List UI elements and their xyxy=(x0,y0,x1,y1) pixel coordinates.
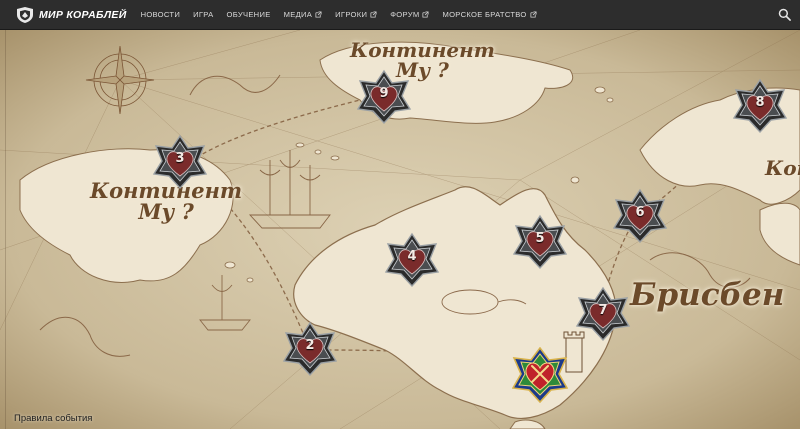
nav-brotherhood[interactable]: МОРСКОЕ БРАТСТВО xyxy=(442,10,537,19)
external-link-icon xyxy=(530,11,537,18)
nav-players[interactable]: ИГРОКИ xyxy=(335,10,377,19)
nav-learning-label: ОБУЧЕНИЕ xyxy=(226,10,271,19)
search-icon[interactable] xyxy=(778,8,791,21)
stage-marker-6[interactable]: 6 xyxy=(612,188,668,244)
stage-marker-number: 4 xyxy=(407,249,417,264)
nav-game[interactable]: ИГРА xyxy=(193,10,213,19)
stage-marker-number: 5 xyxy=(535,231,545,246)
nav-forum-label: ФОРУМ xyxy=(390,10,420,19)
label-city-brisbane: Брисбен xyxy=(630,277,785,313)
nav-news-label: НОВОСТИ xyxy=(140,10,181,19)
logo-text: МИР КОРАБЛЕЙ xyxy=(39,8,127,21)
nav-players-label: ИГРОКИ xyxy=(335,10,368,19)
nav-forum[interactable]: ФОРУМ xyxy=(390,10,429,19)
stage-marker-number: 8 xyxy=(755,95,765,110)
nav-media[interactable]: МЕДИА xyxy=(284,10,323,19)
nav-brotherhood-label: МОРСКОЕ БРАТСТВО xyxy=(442,10,527,19)
nav-learning[interactable]: ОБУЧЕНИЕ xyxy=(227,10,271,19)
stage-marker-number: 3 xyxy=(175,151,185,166)
stage-marker-active[interactable] xyxy=(512,347,568,403)
stage-marker-3[interactable]: 3 xyxy=(152,134,208,190)
stage-marker-7[interactable]: 7 xyxy=(575,286,631,342)
nav-game-label: ИГРА xyxy=(193,10,214,19)
stage-marker-number: 7 xyxy=(598,303,608,318)
site-logo[interactable]: МИР КОРАБЛЕЙ xyxy=(14,0,127,30)
shield-emblem-icon xyxy=(17,6,33,23)
stage-marker-number: 6 xyxy=(635,205,645,220)
stage-marker-number: 2 xyxy=(305,338,315,353)
stage-marker-8[interactable]: 8 xyxy=(732,78,788,134)
stage-marker-number: 9 xyxy=(379,86,389,101)
nav-media-label: МЕДИА xyxy=(283,10,313,19)
event-rules-link[interactable]: Правила события xyxy=(14,413,92,424)
stage-marker-2[interactable]: 2 xyxy=(282,321,338,377)
external-link-icon xyxy=(315,11,322,18)
stage-marker-5[interactable]: 5 xyxy=(512,214,568,270)
external-link-icon xyxy=(370,11,377,18)
external-link-icon xyxy=(422,11,429,18)
main-nav: НОВОСТИ ИГРА ОБУЧЕНИЕ МЕДИА ИГРОКИ ФОРУМ… xyxy=(141,0,550,30)
nav-news[interactable]: НОВОСТИ xyxy=(141,10,181,19)
crossed-swords-heart-icon xyxy=(512,347,568,403)
event-map: Континент Му ? Континент Му ? Кон Брисбе… xyxy=(0,30,800,429)
stage-marker-9[interactable]: 9 xyxy=(356,69,412,125)
map-edge-ruler xyxy=(5,30,6,429)
top-navigation-bar: МИР КОРАБЛЕЙ НОВОСТИ ИГРА ОБУЧЕНИЕ МЕДИА… xyxy=(0,0,800,30)
label-continent-mu-right: Кон xyxy=(765,156,800,180)
stage-marker-4[interactable]: 4 xyxy=(384,232,440,288)
